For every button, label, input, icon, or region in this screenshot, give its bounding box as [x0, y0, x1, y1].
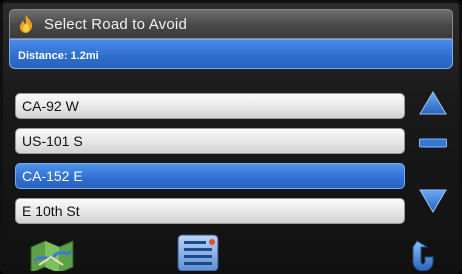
scroll-up-button[interactable]: [419, 91, 447, 115]
road-item-us-101-s[interactable]: US-101 S: [15, 128, 405, 154]
scroll-down-button[interactable]: [419, 189, 447, 213]
distance-bar: Distance: 1.2mi: [9, 39, 453, 69]
scroll-bar-icon: [419, 138, 447, 148]
road-item-label: CA-92 W: [22, 98, 79, 114]
map-button[interactable]: [29, 235, 77, 271]
scroll-bar[interactable]: [419, 133, 447, 148]
page-title: Select Road to Avoid: [44, 15, 187, 33]
road-list: CA-92 W US-101 S CA-152 E E 10th St: [15, 93, 405, 233]
road-item-label: E 10th St: [22, 203, 80, 219]
back-button[interactable]: [401, 235, 443, 271]
title-bar: Select Road to Avoid: [9, 9, 453, 39]
back-arrow-icon: [412, 240, 434, 271]
road-item-ca-92-w[interactable]: CA-92 W: [15, 93, 405, 119]
road-item-ca-152-e[interactable]: CA-152 E: [15, 163, 405, 189]
road-item-label: US-101 S: [22, 133, 83, 149]
route-list-button[interactable]: [175, 233, 221, 271]
flame-logo-icon: [16, 14, 36, 34]
road-item-e-10th-st[interactable]: E 10th St: [15, 198, 405, 224]
road-item-label: CA-152 E: [22, 168, 83, 184]
device-screen: Select Road to Avoid Distance: 1.2mi CA-…: [0, 0, 462, 274]
map-icon: [30, 240, 74, 271]
arrow-down-icon: [419, 189, 447, 213]
distance-label: Distance: 1.2mi: [18, 50, 99, 62]
list-icon: [177, 234, 219, 271]
arrow-up-icon: [419, 91, 447, 115]
